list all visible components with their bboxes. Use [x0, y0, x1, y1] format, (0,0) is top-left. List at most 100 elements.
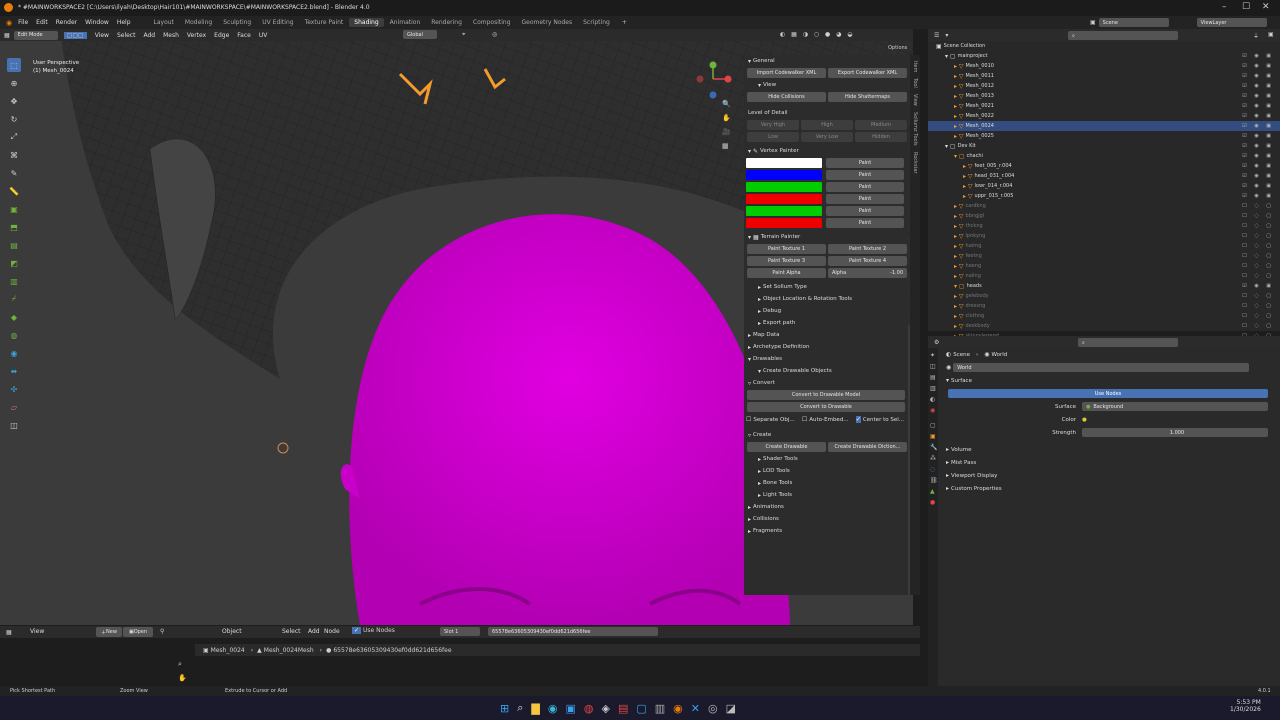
data-tab-icon[interactable]: ▲: [930, 488, 938, 495]
visibility-toggle-icon[interactable]: ☐ ◌ ▢: [1242, 293, 1274, 299]
outliner-row[interactable]: ▸ ▽ Mesh_0021 ☑ ◉ ▣: [928, 101, 1280, 111]
visibility-toggle-icon[interactable]: ☑ ◉ ▣: [1242, 183, 1274, 189]
section-shader-tools[interactable]: ▸ Shader Tools: [744, 453, 908, 465]
shader-menu-select[interactable]: Select: [282, 628, 301, 635]
modifier-tab-icon[interactable]: 🔧: [930, 444, 938, 451]
strength-field[interactable]: 1.000: [1082, 428, 1268, 437]
separate-obj-checkbox[interactable]: ☐ Separate Obj...: [746, 416, 795, 423]
scale-icon[interactable]: ⤢: [7, 130, 21, 144]
outliner-row[interactable]: ▸ ▽ hairng ☐ ◌ ▢: [928, 241, 1280, 251]
annotate-icon[interactable]: ✎: [7, 166, 21, 180]
paint-button[interactable]: Paint: [826, 182, 904, 192]
outliner-row[interactable]: ▸ ▽ feetng ☐ ◌ ▢: [928, 251, 1280, 261]
viewport-menu-add[interactable]: Add: [143, 32, 155, 39]
viewport-menu-edge[interactable]: Edge: [214, 32, 229, 39]
visibility-toggle-icon[interactable]: ☐ ◌ ▢: [1242, 223, 1274, 229]
create-drawable-objects-section[interactable]: ▾ Create Drawable Objects: [744, 365, 908, 377]
convert-drawable-button[interactable]: Convert to Drawable: [747, 402, 905, 412]
color-socket-icon[interactable]: ●: [1082, 417, 1087, 423]
spin-icon[interactable]: ◍: [7, 328, 21, 342]
pdf-icon[interactable]: ▤: [618, 702, 628, 715]
extrude-icon[interactable]: ⬒: [7, 220, 21, 234]
menu-render[interactable]: Render: [56, 19, 77, 26]
vertex-color-swatch[interactable]: [746, 182, 822, 192]
constraints-tab-icon[interactable]: ⛓: [930, 477, 938, 484]
outliner-row[interactable]: ▣ Scene Collection: [928, 41, 1280, 51]
material-selector[interactable]: 65578e6360530943​0ef0dd621d656fee: [488, 627, 658, 636]
visibility-toggle-icon[interactable]: ☐ ◌ ▢: [1242, 243, 1274, 249]
use-nodes-checkbox[interactable]: ✓: [352, 627, 362, 634]
rip-icon[interactable]: ◫: [7, 418, 21, 432]
lod-high-button[interactable]: High: [801, 120, 853, 130]
mode-selector[interactable]: Edit Mode: [13, 30, 58, 40]
paint-texture-4-button[interactable]: Paint Texture 4: [828, 256, 907, 266]
section-debug[interactable]: ▸ Debug: [744, 305, 908, 317]
steam-icon[interactable]: ◎: [708, 702, 718, 715]
outliner-row[interactable]: ▸ ▽ lowr_014_r.004 ☑ ◉ ▣: [928, 181, 1280, 191]
outliner-row[interactable]: ▸ ▽ Mesh_0012 ☑ ◉ ▣: [928, 81, 1280, 91]
surface-section[interactable]: ▾ Surface: [938, 374, 1280, 387]
proportional-icon[interactable]: ◎: [492, 31, 497, 38]
shader-menu-node[interactable]: Node: [324, 628, 340, 635]
center-to-sel-checkbox[interactable]: ✓ Center to Sel...: [855, 415, 904, 423]
visibility-toggle-icon[interactable]: ☑ ◉ ▣: [1242, 133, 1274, 139]
visibility-toggle-icon[interactable]: ☐ ◌ ▢: [1242, 323, 1274, 329]
zoom-view-icon[interactable]: 🔍: [722, 100, 731, 108]
panel-mist-pass[interactable]: ▸ Mist Pass: [938, 456, 1280, 469]
outliner-row[interactable]: ▸ ▽ uppr_015_r.005 ☑ ◉ ▣: [928, 191, 1280, 201]
blender-menu-icon[interactable]: ◉: [6, 19, 12, 27]
sidebar-tab-rockstar[interactable]: Rockstar: [912, 152, 918, 174]
sidebar-tab-item[interactable]: Item: [912, 61, 918, 72]
paint-button[interactable]: Paint: [826, 170, 904, 180]
outliner-row[interactable]: ▸ ▽ Mesh_0011 ☑ ◉ ▣: [928, 71, 1280, 81]
section-archetype-definition[interactable]: ▸ Archetype Definition: [744, 341, 908, 353]
shrink-icon[interactable]: ✣: [7, 382, 21, 396]
outliner-row[interactable]: ▸ ▽ deskbody ☐ ◌ ▢: [928, 321, 1280, 331]
add-workspace-icon[interactable]: +: [622, 19, 627, 26]
visibility-toggle-icon[interactable]: ☑ ◉ ▣: [1242, 83, 1274, 89]
menu-edit[interactable]: Edit: [36, 19, 48, 26]
vscode-icon[interactable]: ✕: [691, 702, 700, 715]
visibility-toggle-icon[interactable]: ☑ ◉ ▣: [1242, 123, 1274, 129]
view-layer-tab-icon[interactable]: ▥: [930, 385, 938, 392]
select-mode-icons[interactable]: ▢▢▢: [63, 31, 87, 39]
menu-window[interactable]: Window: [85, 19, 109, 26]
chrome-icon[interactable]: ◍: [584, 702, 594, 715]
visibility-toggle-icon[interactable]: ☐ ◌ ▢: [1242, 253, 1274, 259]
world-datablock[interactable]: ◉ World: [938, 361, 1280, 374]
ortho-toggle-icon[interactable]: ▦: [722, 142, 731, 150]
outliner-row[interactable]: ▸ ▽ head_031_r.004 ☑ ◉ ▣: [928, 171, 1280, 181]
visibility-toggle-icon[interactable]: ☑ ◉ ▣: [1242, 103, 1274, 109]
scene-selector[interactable]: Scene: [1098, 18, 1169, 27]
outliner-row[interactable]: ▸ ▽ clothng ☐ ◌ ▢: [928, 311, 1280, 321]
panel-viewport-display[interactable]: ▸ Viewport Display: [938, 469, 1280, 482]
sidebar-tab-sollumz-tools[interactable]: Sollumz Tools: [912, 112, 918, 146]
pan-view-icon[interactable]: ✋: [722, 114, 731, 122]
visibility-toggle-icon[interactable]: ☐ ◌ ▢: [1242, 313, 1274, 319]
visibility-toggle-icon[interactable]: ☐ ◌ ▢: [1242, 203, 1274, 209]
tab-scripting[interactable]: Scripting: [578, 18, 615, 27]
vertex-color-swatch[interactable]: [746, 170, 822, 180]
visibility-toggle-icon[interactable]: ☑ ◉ ▣: [1242, 283, 1274, 289]
photoshop-icon[interactable]: ▢: [636, 702, 646, 715]
pin-icon[interactable]: ⚲: [160, 628, 164, 635]
inset-icon[interactable]: ▤: [7, 238, 21, 252]
paint-alpha-button[interactable]: Paint Alpha: [747, 268, 826, 278]
tab-sculpting[interactable]: Sculpting: [218, 18, 256, 27]
paint-texture-2-button[interactable]: Paint Texture 2: [828, 244, 907, 254]
outliner-editor-icon[interactable]: ☰: [934, 32, 939, 39]
options-button[interactable]: Options: [888, 45, 907, 51]
select-box-icon[interactable]: ⬚: [7, 58, 21, 72]
panel-custom-properties[interactable]: ▸ Custom Properties: [938, 482, 1280, 495]
close-icon[interactable]: ✕: [1262, 2, 1270, 12]
import-xml-button[interactable]: Import Codewalker XML: [747, 68, 826, 78]
visibility-toggle-icon[interactable]: ☑ ◉ ▣: [1242, 163, 1274, 169]
outliner-row[interactable]: ▸ ▽ Mesh_0013 ☑ ◉ ▣: [928, 91, 1280, 101]
material-tab-icon[interactable]: ●: [930, 499, 938, 506]
view-layer-selector[interactable]: ViewLayer: [1196, 18, 1267, 27]
outliner-row[interactable]: ▸ ▽ thckng ☐ ◌ ▢: [928, 221, 1280, 231]
collection-tab-icon[interactable]: ▢: [930, 422, 938, 429]
editor-type-icon[interactable]: ▦: [4, 32, 10, 39]
particles-tab-icon[interactable]: ⁂: [930, 455, 938, 462]
view-section[interactable]: ▾ View: [744, 79, 908, 91]
